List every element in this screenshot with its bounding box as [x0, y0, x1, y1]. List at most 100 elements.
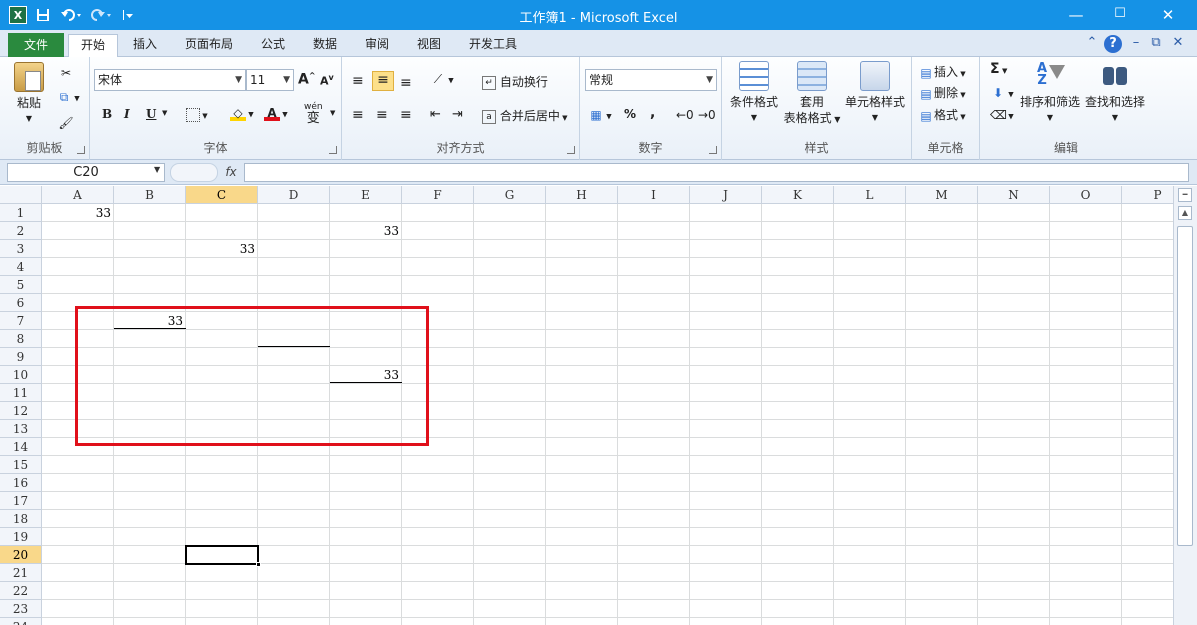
- column-header-n[interactable]: N: [978, 186, 1050, 204]
- row-header-23[interactable]: 23: [0, 600, 42, 618]
- italic-button[interactable]: I: [124, 107, 130, 121]
- row-header-20[interactable]: 20: [0, 546, 42, 564]
- number-format-combo[interactable]: 常规 ▼: [585, 69, 717, 91]
- row-header-13[interactable]: 13: [0, 420, 42, 438]
- font-name-combo[interactable]: 宋体 ▼: [94, 69, 246, 91]
- align-bottom-button[interactable]: ≡: [400, 75, 412, 91]
- insert-function-button[interactable]: fx: [220, 163, 242, 182]
- align-middle-button[interactable]: ≡: [372, 71, 394, 91]
- sort-filter-button[interactable]: AZ 排序和筛选 ▼: [1018, 61, 1082, 126]
- scroll-split-handle[interactable]: ━: [1178, 188, 1192, 202]
- align-left-button[interactable]: ≡: [352, 107, 364, 123]
- merge-center-button[interactable]: a 合并后居中 ▼: [482, 107, 567, 124]
- vertical-scrollbar[interactable]: ━ ▲: [1173, 186, 1197, 625]
- cell-a1[interactable]: 33: [42, 204, 114, 222]
- scroll-up-button[interactable]: ▲: [1178, 206, 1192, 220]
- comma-button[interactable]: ,: [650, 105, 655, 121]
- row-header-17[interactable]: 17: [0, 492, 42, 510]
- row-header-19[interactable]: 19: [0, 528, 42, 546]
- format-painter-button[interactable]: 🖌: [58, 115, 74, 131]
- font-size-combo[interactable]: 11 ▼: [246, 69, 294, 91]
- formula-bar-divider[interactable]: [170, 163, 218, 182]
- row-header-3[interactable]: 3: [0, 240, 42, 258]
- active-cell-cursor[interactable]: [185, 545, 261, 567]
- fill-button[interactable]: ⬇ ▼: [990, 85, 1014, 101]
- column-header-o[interactable]: O: [1050, 186, 1122, 204]
- workbook-close-icon[interactable]: ✕: [1170, 35, 1186, 50]
- formula-input[interactable]: [244, 163, 1189, 182]
- accounting-format-button[interactable]: ▦ ▼: [588, 107, 611, 123]
- workbook-restore-icon[interactable]: ⧉: [1148, 35, 1164, 50]
- row-header-16[interactable]: 16: [0, 474, 42, 492]
- maximize-button[interactable]: ☐: [1100, 6, 1140, 21]
- close-button[interactable]: ✕: [1148, 6, 1188, 24]
- tab-file[interactable]: 文件: [8, 33, 64, 57]
- cell-c3[interactable]: 33: [186, 240, 258, 258]
- font-color-button[interactable]: A ▼: [264, 105, 288, 121]
- paste-dropdown-icon[interactable]: ▼: [8, 111, 50, 127]
- copy-button[interactable]: ⧉ ▼: [56, 89, 80, 105]
- row-header-10[interactable]: 10: [0, 366, 42, 384]
- paste-button[interactable]: 粘贴 ▼: [8, 62, 50, 127]
- underline-button[interactable]: U: [146, 107, 156, 121]
- column-header-i[interactable]: I: [618, 186, 690, 204]
- insert-cells-button[interactable]: ▤ 插入 ▼: [918, 63, 965, 81]
- column-header-j[interactable]: J: [690, 186, 762, 204]
- find-select-button[interactable]: 查找和选择 ▼: [1082, 61, 1148, 126]
- row-header-21[interactable]: 21: [0, 564, 42, 582]
- alignment-launcher-icon[interactable]: [567, 146, 575, 154]
- cell-styles-button[interactable]: 单元格样式 ▼: [842, 61, 908, 126]
- conditional-formatting-button[interactable]: 条件格式 ▼: [726, 61, 782, 126]
- font-launcher-icon[interactable]: [329, 146, 337, 154]
- row-header-15[interactable]: 15: [0, 456, 42, 474]
- column-header-p[interactable]: P: [1122, 186, 1173, 204]
- minimize-button[interactable]: —: [1056, 6, 1096, 24]
- row-header-11[interactable]: 11: [0, 384, 42, 402]
- row-header-22[interactable]: 22: [0, 582, 42, 600]
- cell-e2[interactable]: 33: [330, 222, 402, 240]
- row-header-2[interactable]: 2: [0, 222, 42, 240]
- align-right-button[interactable]: ≡: [400, 107, 412, 123]
- row-header-1[interactable]: 1: [0, 204, 42, 222]
- column-header-d[interactable]: D: [258, 186, 330, 204]
- column-header-c[interactable]: C: [186, 186, 258, 204]
- scroll-thumb[interactable]: [1177, 226, 1193, 546]
- align-center-button[interactable]: ≡: [376, 107, 388, 123]
- column-header-l[interactable]: L: [834, 186, 906, 204]
- format-cells-button[interactable]: ▤ 格式 ▼: [918, 106, 965, 124]
- phonetic-button[interactable]: wén 变: [304, 103, 323, 126]
- workbook-minimize-icon[interactable]: –: [1128, 35, 1144, 50]
- increase-indent-button[interactable]: ⇥: [452, 107, 463, 122]
- column-header-e[interactable]: E: [330, 186, 402, 204]
- row-header-18[interactable]: 18: [0, 510, 42, 528]
- select-all-corner[interactable]: [0, 186, 42, 204]
- row-header-12[interactable]: 12: [0, 402, 42, 420]
- row-header-4[interactable]: 4: [0, 258, 42, 276]
- name-box[interactable]: C20: [7, 163, 165, 182]
- border-button[interactable]: ▼: [186, 107, 208, 122]
- fill-handle[interactable]: [256, 562, 261, 567]
- tab-data[interactable]: 数据: [302, 34, 348, 57]
- align-top-button[interactable]: ≡: [352, 73, 364, 89]
- decrease-decimal-button[interactable]: →0: [698, 107, 716, 123]
- tab-review[interactable]: 审阅: [354, 34, 400, 57]
- tab-page-layout[interactable]: 页面布局: [176, 34, 242, 57]
- format-as-table-button[interactable]: 套用 表格格式 ▼: [782, 61, 842, 128]
- tab-insert[interactable]: 插入: [122, 34, 168, 57]
- tab-developer[interactable]: 开发工具: [460, 34, 526, 57]
- row-header-7[interactable]: 7: [0, 312, 42, 330]
- column-header-g[interactable]: G: [474, 186, 546, 204]
- column-header-a[interactable]: A: [42, 186, 114, 204]
- delete-cells-button[interactable]: ▤ 删除 ▼: [918, 84, 965, 102]
- column-header-k[interactable]: K: [762, 186, 834, 204]
- percent-button[interactable]: %: [624, 107, 636, 121]
- column-header-h[interactable]: H: [546, 186, 618, 204]
- cut-button[interactable]: ✂: [58, 65, 74, 81]
- help-icon[interactable]: ?: [1104, 35, 1122, 53]
- bold-button[interactable]: B: [102, 107, 112, 121]
- underline-dropdown-icon[interactable]: ▼: [162, 109, 167, 117]
- autosum-button[interactable]: Σ ▼: [990, 61, 1007, 77]
- fill-color-button[interactable]: ◇ ▼: [230, 105, 254, 121]
- wrap-text-button[interactable]: ↵ 自动换行: [482, 73, 548, 90]
- tab-formulas[interactable]: 公式: [250, 34, 296, 57]
